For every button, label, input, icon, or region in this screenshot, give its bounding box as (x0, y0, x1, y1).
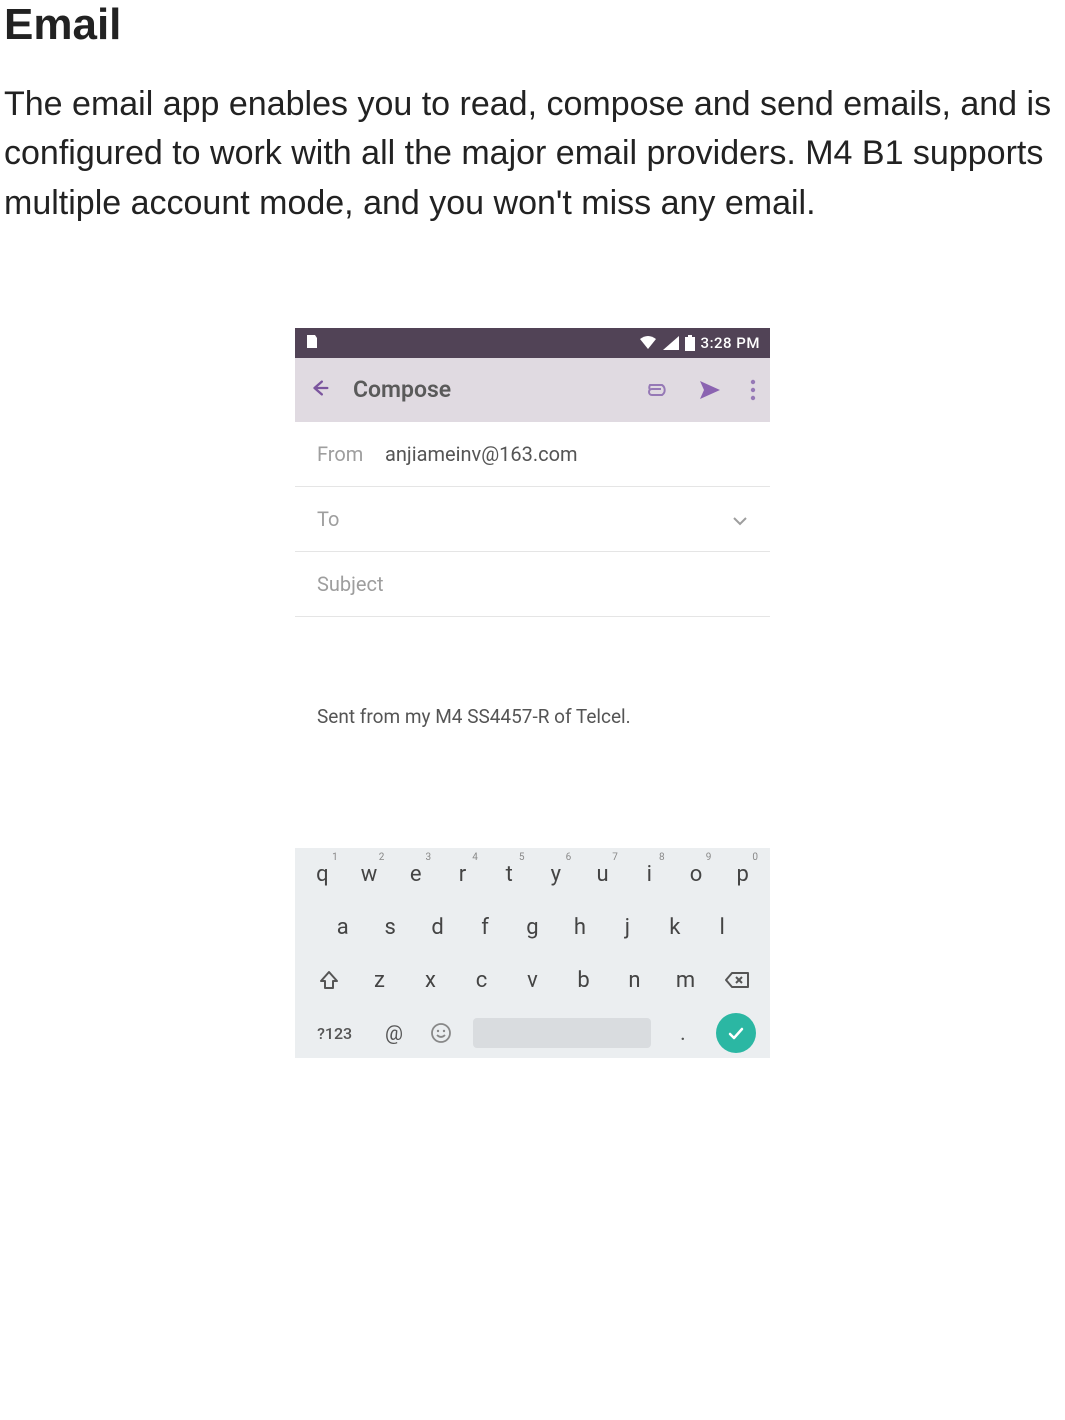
key-s[interactable]: s (366, 907, 413, 948)
keyboard-row-3: zxcvbnm (299, 960, 766, 1001)
battery-icon (685, 335, 695, 351)
back-icon[interactable] (309, 377, 331, 403)
key-o[interactable]: o9 (673, 854, 720, 895)
key-n[interactable]: n (609, 960, 660, 1001)
key-i[interactable]: i8 (626, 854, 673, 895)
status-time: 3:28 PM (701, 334, 760, 352)
key-t[interactable]: t5 (486, 854, 533, 895)
chevron-down-icon[interactable] (732, 507, 748, 531)
wifi-icon (639, 336, 657, 350)
from-value: anjiameinv@163.com (385, 442, 748, 466)
keyboard-row-4: ?123 @ . (299, 1013, 766, 1054)
period-key[interactable]: . (659, 1013, 706, 1054)
more-icon[interactable] (750, 379, 756, 401)
symbols-key[interactable]: ?123 (299, 1016, 370, 1051)
key-a[interactable]: a (319, 907, 366, 948)
space-key[interactable] (473, 1018, 651, 1048)
keyboard-row-1: q1w2e3r4t5y6u7i8o9p0 (299, 854, 766, 895)
key-l[interactable]: l (699, 907, 746, 948)
emoji-key[interactable] (418, 1014, 465, 1052)
key-w[interactable]: w2 (346, 854, 393, 895)
doc-paragraph: The email app enables you to read, compo… (4, 80, 1061, 228)
key-q[interactable]: q1 (299, 854, 346, 895)
backspace-key[interactable] (711, 970, 762, 990)
key-c[interactable]: c (456, 960, 507, 1001)
key-z[interactable]: z (354, 960, 405, 1001)
key-f[interactable]: f (461, 907, 508, 948)
doc-title: Email (4, 0, 1065, 50)
key-p[interactable]: p0 (719, 854, 766, 895)
attach-icon[interactable] (644, 382, 670, 398)
key-g[interactable]: g (509, 907, 556, 948)
key-r[interactable]: r4 (439, 854, 486, 895)
from-field[interactable]: From anjiameinv@163.com (295, 422, 770, 487)
to-label: To (317, 507, 385, 531)
subject-placeholder: Subject (317, 572, 748, 596)
key-b[interactable]: b (558, 960, 609, 1001)
key-e[interactable]: e3 (392, 854, 439, 895)
key-h[interactable]: h (556, 907, 603, 948)
shift-key[interactable] (303, 969, 354, 991)
send-icon[interactable] (698, 379, 722, 401)
key-d[interactable]: d (414, 907, 461, 948)
status-bar: 3:28 PM (295, 328, 770, 358)
key-j[interactable]: j (604, 907, 651, 948)
signal-icon (663, 336, 679, 350)
keyboard-row-2: asdfghjkl (299, 907, 766, 948)
key-k[interactable]: k (651, 907, 698, 948)
phone-screenshot: 3:28 PM Compose (295, 328, 770, 1058)
key-u[interactable]: u7 (579, 854, 626, 895)
key-m[interactable]: m (660, 960, 711, 1001)
keyboard: q1w2e3r4t5y6u7i8o9p0 asdfghjkl zxcvbnm ?… (295, 848, 770, 1058)
key-x[interactable]: x (405, 960, 456, 1001)
from-label: From (317, 442, 385, 466)
to-field[interactable]: To (295, 487, 770, 552)
at-key[interactable]: @ (370, 1013, 417, 1053)
key-y[interactable]: y6 (533, 854, 580, 895)
compose-title: Compose (353, 376, 451, 403)
key-v[interactable]: v (507, 960, 558, 1001)
enter-key[interactable] (707, 1013, 766, 1053)
email-body[interactable]: Sent from my M4 SS4457-R of Telcel. (295, 617, 770, 848)
email-signature: Sent from my M4 SS4457-R of Telcel. (317, 705, 631, 728)
subject-field[interactable]: Subject (295, 552, 770, 617)
app-bar: Compose (295, 358, 770, 422)
sdcard-icon (305, 333, 319, 353)
